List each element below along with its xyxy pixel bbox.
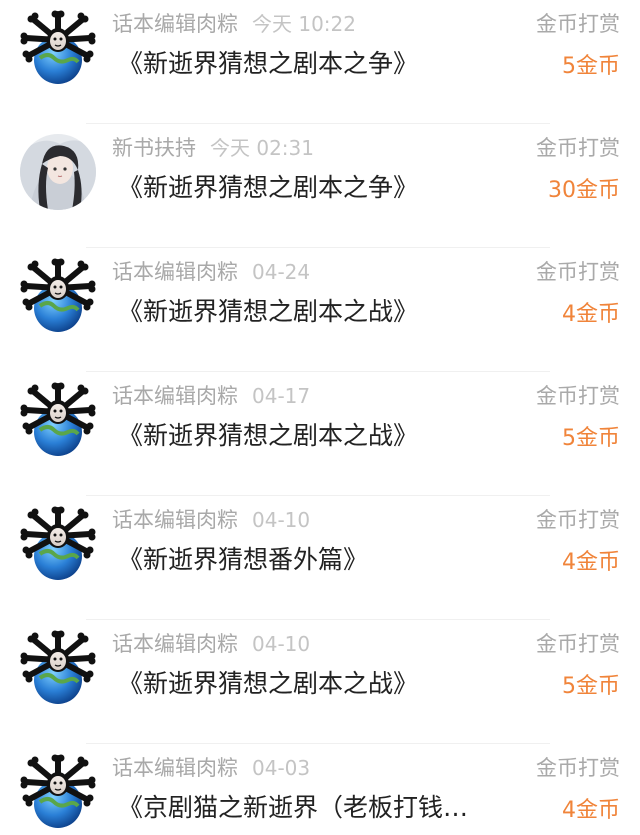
book-title[interactable]: 《新逝界猜想之剧本之战》 xyxy=(118,292,518,332)
reward-amount: 5金币 xyxy=(562,674,620,699)
timestamp: 04-03 xyxy=(252,756,311,780)
reward-type: 金币打赏 xyxy=(536,632,620,656)
sender-line: 话本编辑肉粽 04-10 xyxy=(112,628,310,660)
sender-name: 话本编辑肉粽 xyxy=(112,508,238,532)
reward-type: 金币打赏 xyxy=(536,508,620,532)
timestamp: 今天 02:31 xyxy=(210,136,314,160)
reward-row[interactable]: 话本编辑肉粽 04-10 《新逝界猜想之剧本之战》 金币打赏 5金币 xyxy=(0,620,640,744)
reward-row[interactable]: 新书扶持 今天 02:31 《新逝界猜想之剧本之争》 金币打赏 30金币 xyxy=(0,124,640,248)
reward-amount: 4金币 xyxy=(562,550,620,575)
bone-skull-earth-icon[interactable] xyxy=(20,630,96,706)
timestamp: 04-24 xyxy=(252,260,311,284)
book-title[interactable]: 《新逝界猜想之剧本之战》 xyxy=(118,416,518,456)
reward-amount: 5金币 xyxy=(562,426,620,451)
bone-skull-earth-icon[interactable] xyxy=(20,382,96,458)
reward-amount: 30金币 xyxy=(548,178,620,203)
reward-type: 金币打赏 xyxy=(536,384,620,408)
book-title[interactable]: 《新逝界猜想之剧本之争》 xyxy=(118,168,518,208)
sender-line: 话本编辑肉粽 04-10 xyxy=(112,504,310,536)
timestamp: 04-10 xyxy=(252,508,311,532)
timestamp: 今天 10:22 xyxy=(252,12,356,36)
reward-row[interactable]: 话本编辑肉粽 04-10 《新逝界猜想番外篇》 金币打赏 4金币 xyxy=(0,496,640,620)
sender-name: 话本编辑肉粽 xyxy=(112,632,238,656)
book-title[interactable]: 《新逝界猜想之剧本之战》 xyxy=(118,664,518,704)
reward-row[interactable]: 话本编辑肉粽 04-24 《新逝界猜想之剧本之战》 金币打赏 4金币 xyxy=(0,248,640,372)
sender-name: 新书扶持 xyxy=(112,136,196,160)
book-title[interactable]: 《新逝界猜想之剧本之争》 xyxy=(118,44,518,84)
sender-name: 话本编辑肉粽 xyxy=(112,756,238,780)
sender-line: 话本编辑肉粽 04-24 xyxy=(112,256,310,288)
reward-row[interactable]: 话本编辑肉粽 今天 10:22 《新逝界猜想之剧本之争》 金币打赏 5金币 xyxy=(0,0,640,124)
reward-type: 金币打赏 xyxy=(536,136,620,160)
sender-name: 话本编辑肉粽 xyxy=(112,12,238,36)
timestamp: 04-10 xyxy=(252,632,311,656)
reward-row[interactable]: 话本编辑肉粽 04-03 《京剧猫之新逝界（老板打钱… 金币打赏 4金币 xyxy=(0,744,640,835)
sender-line: 话本编辑肉粽 04-03 xyxy=(112,752,310,784)
bone-skull-earth-icon[interactable] xyxy=(20,258,96,334)
reward-amount: 4金币 xyxy=(562,302,620,327)
sender-line: 新书扶持 今天 02:31 xyxy=(112,132,314,164)
timestamp: 04-17 xyxy=(252,384,311,408)
reward-amount: 5金币 xyxy=(562,54,620,79)
reward-list: 话本编辑肉粽 今天 10:22 《新逝界猜想之剧本之争》 金币打赏 5金币 新书… xyxy=(0,0,640,835)
reward-type: 金币打赏 xyxy=(536,260,620,284)
anime-character-avatar[interactable] xyxy=(20,134,96,210)
sender-line: 话本编辑肉粽 今天 10:22 xyxy=(112,8,356,40)
reward-row[interactable]: 话本编辑肉粽 04-17 《新逝界猜想之剧本之战》 金币打赏 5金币 xyxy=(0,372,640,496)
bone-skull-earth-icon[interactable] xyxy=(20,10,96,86)
reward-amount: 4金币 xyxy=(562,798,620,823)
book-title[interactable]: 《新逝界猜想番外篇》 xyxy=(118,540,518,580)
bone-skull-earth-icon[interactable] xyxy=(20,754,96,830)
reward-type: 金币打赏 xyxy=(536,12,620,36)
reward-type: 金币打赏 xyxy=(536,756,620,780)
sender-line: 话本编辑肉粽 04-17 xyxy=(112,380,310,412)
sender-name: 话本编辑肉粽 xyxy=(112,384,238,408)
bone-skull-earth-icon[interactable] xyxy=(20,506,96,582)
book-title[interactable]: 《京剧猫之新逝界（老板打钱… xyxy=(118,788,518,828)
sender-name: 话本编辑肉粽 xyxy=(112,260,238,284)
